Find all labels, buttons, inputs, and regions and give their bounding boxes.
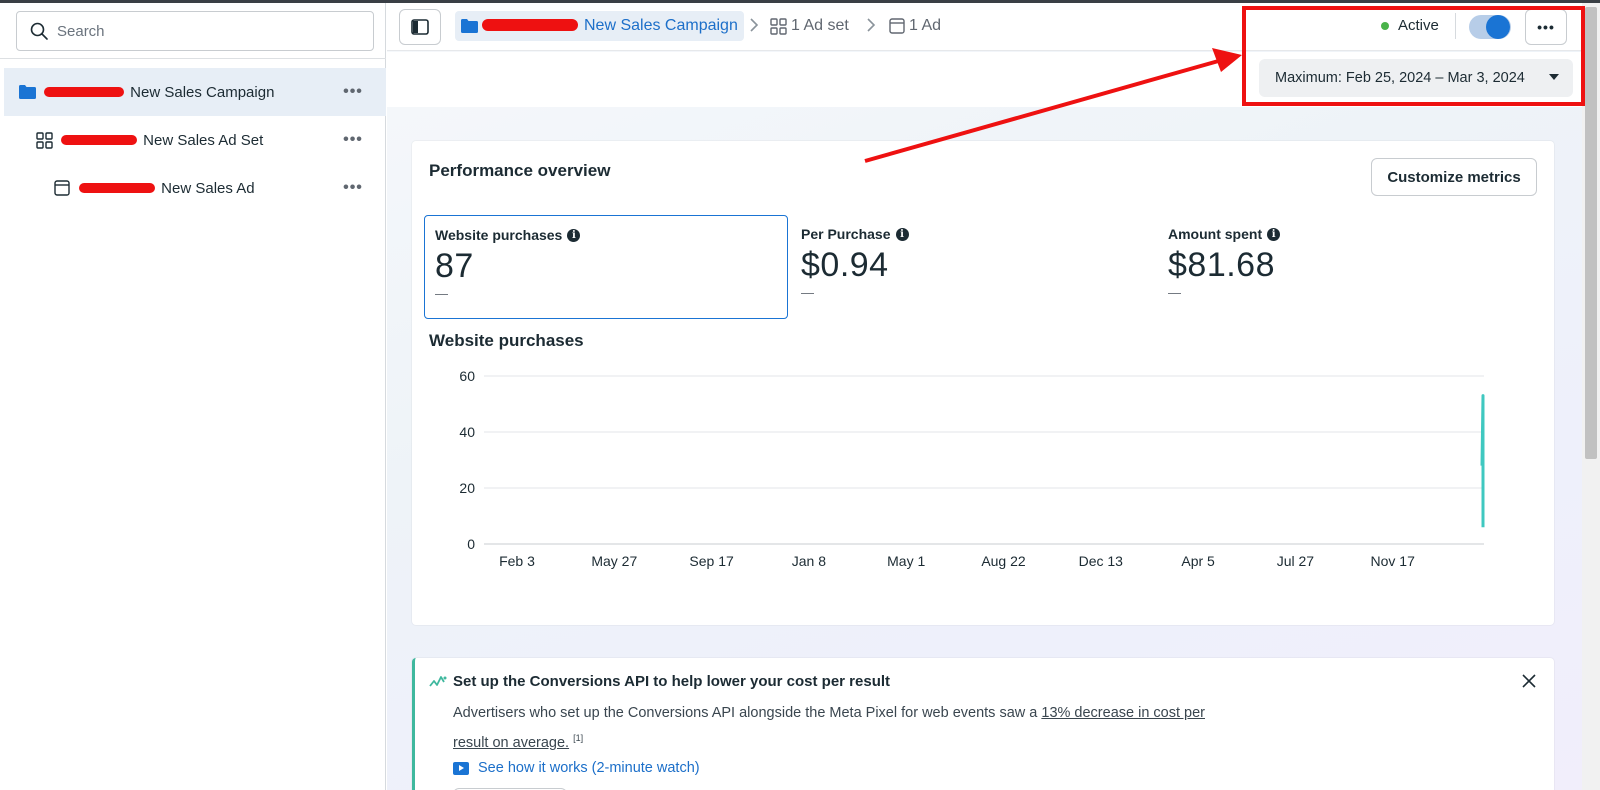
info-icon[interactable]: i bbox=[895, 227, 909, 241]
x-tick-label: May 1 bbox=[887, 553, 925, 569]
metric-comparison: — bbox=[435, 286, 448, 301]
x-tick-label: Jan 8 bbox=[792, 553, 826, 569]
info-icon[interactable]: i bbox=[567, 228, 581, 242]
x-tick-label: May 27 bbox=[591, 553, 637, 569]
search-icon bbox=[30, 22, 48, 40]
more-options-icon[interactable]: ••• bbox=[338, 80, 368, 104]
capi-body-text: Advertisers who set up the Conversions A… bbox=[453, 705, 1042, 721]
search-input[interactable] bbox=[57, 22, 357, 40]
capi-description: Advertisers who set up the Conversions A… bbox=[453, 701, 1233, 756]
chevron-right-icon bbox=[750, 18, 759, 32]
watch-video-link[interactable]: See how it works (2-minute watch) bbox=[453, 760, 700, 776]
close-icon[interactable] bbox=[1520, 672, 1538, 690]
x-tick-label: Aug 22 bbox=[981, 553, 1026, 569]
metric-comparison: — bbox=[1168, 285, 1181, 300]
metric-label: Amount spent bbox=[1168, 226, 1263, 242]
metric-value: $81.68 bbox=[1168, 246, 1275, 284]
y-tick-label: 60 bbox=[459, 368, 475, 384]
series-line[interactable] bbox=[1480, 394, 1485, 528]
activity-icon bbox=[429, 676, 447, 687]
top-bar: New Sales Campaign 1 Ad set 1 Ad Active … bbox=[387, 3, 1600, 51]
chart-title: Website purchases bbox=[429, 331, 584, 350]
website-purchases-chart: 60 40 20 0 Feb 3 May 27 Sep 17 Jan 8 May 1 Aug 22… bbox=[459, 368, 1485, 569]
folder-icon bbox=[18, 83, 36, 101]
y-tick-label: 20 bbox=[459, 480, 475, 496]
x-tick-label: Jul 27 bbox=[1277, 553, 1315, 569]
metric-website-purchases[interactable]: Website purchases i 87 — bbox=[424, 215, 788, 319]
metric-comparison: — bbox=[801, 285, 814, 300]
breadcrumb-ad-set[interactable]: 1 Ad set bbox=[770, 11, 849, 41]
ad-set-label-wrap: New Sales Ad Set bbox=[61, 132, 263, 149]
footnote-marker[interactable]: [1] bbox=[573, 733, 583, 743]
caret-down-icon bbox=[1549, 74, 1559, 80]
redaction-mark bbox=[482, 19, 578, 31]
status-dot bbox=[1381, 21, 1389, 30]
ad-icon bbox=[889, 18, 905, 34]
sidebar: New Sales Campaign ••• New Sales Ad Set … bbox=[0, 3, 386, 790]
watch-video-label: See how it works (2-minute watch) bbox=[478, 760, 700, 776]
metric-value: 87 bbox=[435, 247, 474, 285]
panel-icon bbox=[411, 19, 429, 35]
customize-metrics-button[interactable]: Customize metrics bbox=[1371, 158, 1537, 196]
scrollbar[interactable] bbox=[1582, 3, 1600, 790]
folder-icon bbox=[461, 19, 478, 33]
scrollbar-thumb[interactable] bbox=[1585, 7, 1597, 459]
more-actions-button[interactable]: ••• bbox=[1525, 9, 1567, 45]
status-label: Active bbox=[1398, 17, 1439, 34]
more-options-icon[interactable]: ••• bbox=[338, 176, 368, 200]
sidebar-item-label: New Sales Campaign bbox=[130, 83, 275, 101]
sidebar-divider bbox=[0, 58, 386, 59]
toggle-knob bbox=[1486, 15, 1510, 39]
divider bbox=[1455, 13, 1456, 39]
performance-overview-card: Performance overview Customize metrics W… bbox=[412, 141, 1554, 625]
y-tick-label: 40 bbox=[459, 424, 475, 440]
y-tick-label: 0 bbox=[467, 536, 475, 552]
breadcrumb-campaign-label: New Sales Campaign bbox=[584, 17, 738, 34]
grid-icon bbox=[35, 131, 53, 149]
metric-value: $0.94 bbox=[801, 246, 889, 284]
status-indicator: Active bbox=[1381, 17, 1439, 34]
date-range-picker[interactable]: Maximum: Feb 25, 2024 – Mar 3, 2024 bbox=[1259, 59, 1573, 97]
card-title: Performance overview bbox=[429, 161, 611, 180]
redaction-mark bbox=[44, 86, 124, 97]
x-tick-label: Dec 13 bbox=[1079, 553, 1124, 569]
main-panel: New Sales Campaign 1 Ad set 1 Ad Active … bbox=[387, 3, 1600, 790]
capi-title: Set up the Conversions API to help lower… bbox=[453, 673, 891, 690]
ad-label-wrap: New Sales Ad bbox=[79, 180, 255, 197]
metric-label: Website purchases bbox=[435, 227, 563, 243]
breadcrumb-ad-label: 1 Ad bbox=[909, 17, 942, 34]
breadcrumb-campaign[interactable]: New Sales Campaign bbox=[455, 11, 744, 41]
search-box[interactable] bbox=[16, 11, 374, 51]
redaction-mark bbox=[61, 134, 137, 145]
metric-amount-spent[interactable]: Amount spent i $81.68 — bbox=[1158, 215, 1522, 319]
redaction-mark bbox=[79, 182, 155, 193]
sidebar-item-ad[interactable]: New Sales Ad ••• bbox=[4, 164, 386, 212]
conversions-api-card: Set up the Conversions API to help lower… bbox=[412, 658, 1554, 790]
sidebar-item-label: New Sales Ad Set bbox=[143, 131, 264, 149]
sidebar-item-ad-set[interactable]: New Sales Ad Set ••• bbox=[4, 116, 386, 164]
x-tick-label: Sep 17 bbox=[689, 553, 734, 569]
info-icon[interactable]: i bbox=[1267, 227, 1281, 241]
chevron-right-icon bbox=[867, 18, 876, 32]
x-tick-label: Nov 17 bbox=[1371, 553, 1416, 569]
campaign-label-wrap: New Sales Campaign bbox=[44, 84, 274, 101]
x-tick-label: Apr 5 bbox=[1181, 553, 1215, 569]
ad-icon bbox=[53, 179, 71, 197]
grid-icon bbox=[770, 17, 787, 35]
x-tick-label: Feb 3 bbox=[499, 553, 535, 569]
metric-label: Per Purchase bbox=[801, 226, 891, 242]
sidebar-toggle-button[interactable] bbox=[399, 9, 441, 45]
sidebar-item-label: New Sales Ad bbox=[161, 179, 255, 197]
breadcrumb-ad[interactable]: 1 Ad bbox=[889, 11, 941, 41]
sidebar-item-campaign[interactable]: New Sales Campaign ••• bbox=[4, 68, 386, 116]
more-options-icon[interactable]: ••• bbox=[338, 128, 368, 152]
breadcrumb-ad-set-label: 1 Ad set bbox=[791, 17, 849, 34]
date-range-label: Maximum: Feb 25, 2024 – Mar 3, 2024 bbox=[1275, 70, 1525, 86]
video-play-icon bbox=[453, 761, 469, 775]
campaign-on-off-toggle[interactable] bbox=[1469, 15, 1511, 39]
more-options-icon: ••• bbox=[1537, 19, 1555, 35]
metric-per-purchase[interactable]: Per Purchase i $0.94 — bbox=[791, 215, 1155, 319]
